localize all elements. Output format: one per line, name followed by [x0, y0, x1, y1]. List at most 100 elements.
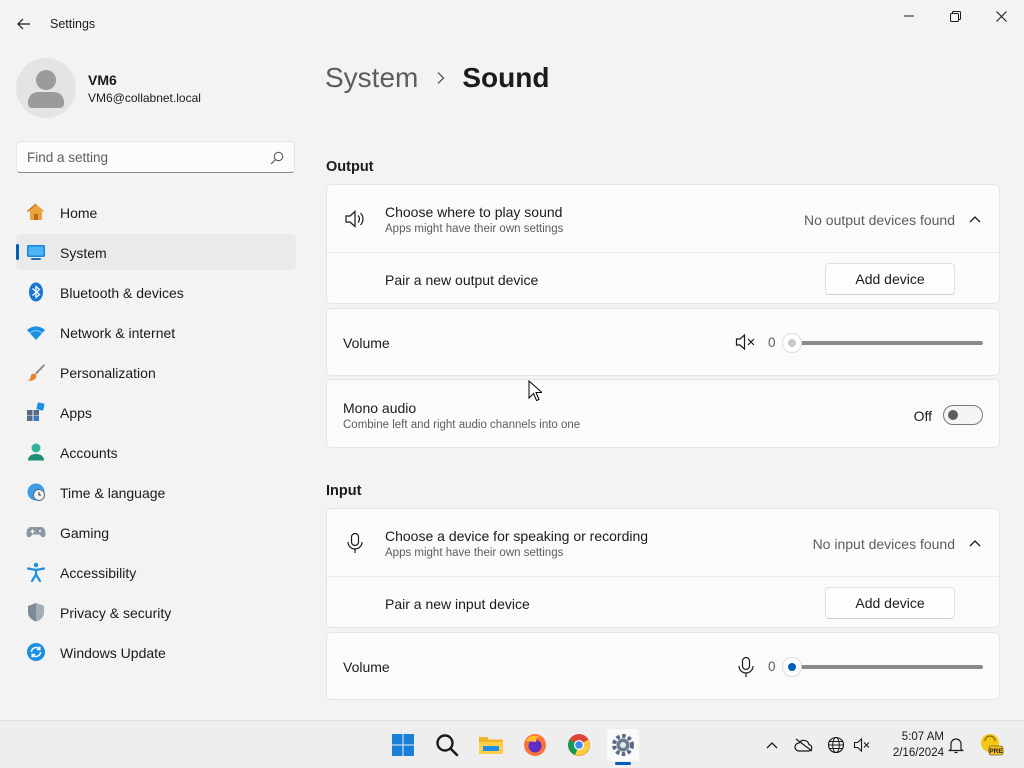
sidebar-item-accounts[interactable]: Accounts [16, 434, 296, 470]
input-volume-slider[interactable] [785, 665, 983, 669]
home-icon [27, 203, 45, 220]
sidebar-item-label: Apps [60, 405, 92, 421]
notifications-button[interactable] [946, 735, 966, 755]
sidebar-item-apps[interactable]: Apps [16, 394, 296, 430]
sidebar-item-label: Accessibility [60, 565, 137, 581]
output-choose-title: Choose where to play sound [385, 204, 563, 220]
microphone-icon [347, 532, 363, 553]
add-input-device-button[interactable]: Add device [825, 587, 955, 619]
sidebar-item-label: Gaming [60, 525, 110, 541]
mouse-cursor-icon [528, 380, 542, 402]
globe-icon [827, 736, 845, 754]
active-app-indicator [615, 762, 631, 765]
brush-icon [27, 364, 45, 381]
search-icon[interactable] [270, 151, 284, 165]
microphone-icon[interactable] [736, 656, 756, 678]
onedrive-tray-button[interactable] [794, 735, 814, 755]
close-button[interactable] [978, 4, 1024, 28]
sidebar-item-label: Windows Update [60, 645, 166, 661]
chevron-up-icon [766, 742, 778, 749]
clock-globe-icon [27, 483, 45, 501]
sidebar-item-accessibility[interactable]: Accessibility [16, 554, 296, 590]
search-box[interactable] [16, 141, 295, 173]
input-choose-title: Choose a device for speaking or recordin… [385, 528, 649, 544]
gamepad-icon [26, 527, 46, 538]
badge-text: PRE [989, 748, 1003, 755]
app-title: Settings [50, 17, 96, 31]
input-device-status: No input devices found [812, 536, 955, 552]
input-section-title: Input [326, 483, 362, 499]
search-input[interactable] [27, 148, 257, 166]
restore-icon [949, 10, 961, 22]
sidebar-item-label: System [60, 245, 107, 261]
chrome-icon [568, 734, 590, 756]
taskbar-search-button[interactable] [431, 729, 463, 761]
output-volume-slider[interactable] [785, 341, 983, 345]
sidebar-item-bluetooth[interactable]: Bluetooth & devices [16, 274, 296, 310]
input-volume-card: Volume 0 [326, 632, 1000, 700]
card-divider [327, 576, 999, 577]
minimize-button[interactable] [886, 4, 932, 28]
pair-output-label: Pair a new output device [385, 272, 539, 288]
sidebar-item-privacy[interactable]: Privacy & security [16, 594, 296, 630]
speaker-muted-icon [853, 737, 870, 753]
sidebar-item-system[interactable]: System [16, 234, 296, 270]
system-clock[interactable]: 5:07 AM 2/16/2024 [872, 729, 944, 761]
mono-audio-card: Mono audio Combine left and right audio … [326, 379, 1000, 448]
sidebar-item-network[interactable]: Network & internet [16, 314, 296, 350]
sidebar-item-gaming[interactable]: Gaming [16, 514, 296, 550]
output-device-card: Choose where to play sound Apps might ha… [326, 184, 1000, 304]
card-divider [327, 252, 999, 253]
close-icon [995, 10, 1007, 22]
start-button[interactable] [387, 729, 419, 761]
chrome-button[interactable] [563, 729, 595, 761]
clock-date: 2/16/2024 [892, 747, 944, 759]
add-output-device-button[interactable]: Add device [825, 263, 955, 295]
file-explorer-icon [479, 737, 503, 754]
back-button[interactable] [10, 12, 38, 36]
clock-time: 5:07 AM [901, 731, 944, 743]
cloud-offline-icon [794, 738, 813, 752]
bell-icon [948, 738, 964, 754]
sidebar-item-time-language[interactable]: Time & language [16, 474, 296, 510]
apps-icon [27, 402, 45, 421]
speaker-icon [345, 210, 364, 228]
speaker-muted-icon[interactable] [735, 332, 757, 352]
network-tray-button[interactable] [826, 735, 846, 755]
shield-icon [28, 603, 44, 622]
chevron-up-icon[interactable] [969, 539, 981, 547]
input-volume-thumb[interactable] [782, 657, 802, 677]
chevron-up-icon[interactable] [969, 215, 981, 223]
sidebar-item-label: Network & internet [60, 325, 176, 341]
dev-build-badge[interactable]: PRE [980, 733, 1004, 757]
page-title: Sound [462, 62, 550, 93]
breadcrumb: System Sound [325, 58, 549, 98]
pair-input-label: Pair a new input device [385, 596, 530, 612]
sidebar-item-label: Time & language [60, 485, 166, 501]
system-icon [27, 245, 45, 260]
show-hidden-icons-button[interactable] [762, 735, 782, 755]
file-explorer-button[interactable] [475, 729, 507, 761]
output-volume-thumb[interactable] [782, 333, 802, 353]
update-icon [27, 643, 45, 661]
sidebar-item-windows-update[interactable]: Windows Update [16, 634, 296, 670]
minimize-icon [904, 15, 914, 17]
start-icon [392, 734, 414, 756]
mono-audio-subtitle: Combine left and right audio channels in… [343, 419, 581, 431]
firefox-button[interactable] [519, 729, 551, 761]
user-email: VM6@collabnet.local [88, 91, 201, 105]
mono-audio-state: Off [913, 408, 932, 424]
sidebar-nav: Home System Bluetooth & devices Network … [16, 194, 296, 674]
sidebar-item-home[interactable]: Home [16, 194, 296, 230]
volume-tray-button[interactable] [852, 735, 872, 755]
accessibility-icon [26, 562, 46, 582]
sidebar-item-label: Personalization [60, 365, 156, 381]
maximize-button[interactable] [932, 4, 978, 28]
sidebar-item-personalization[interactable]: Personalization [16, 354, 296, 390]
settings-taskbar-button[interactable] [607, 729, 639, 761]
mono-audio-toggle[interactable] [943, 405, 983, 425]
output-device-status: No output devices found [804, 212, 955, 228]
breadcrumb-parent[interactable]: System [325, 62, 418, 94]
output-volume-label: Volume [343, 335, 390, 351]
wifi-icon [27, 326, 45, 340]
